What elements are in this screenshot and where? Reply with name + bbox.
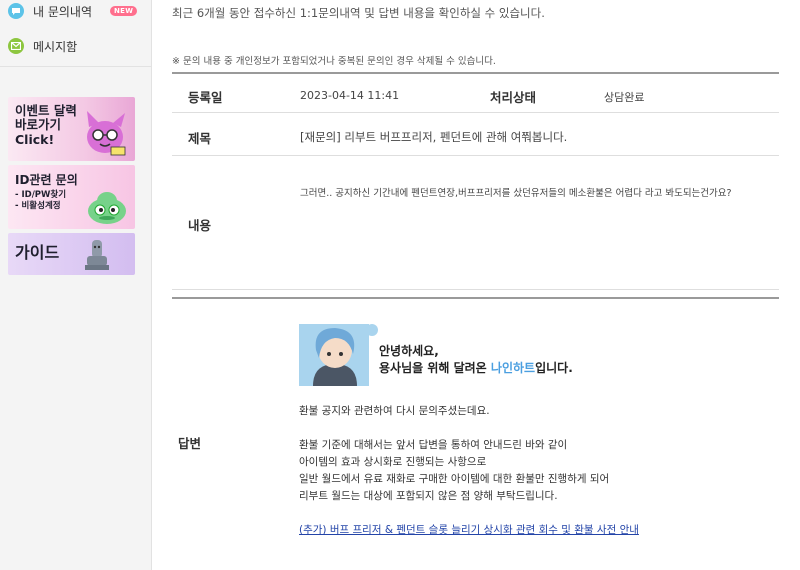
answer-line: 환불 공지와 관련하여 다시 문의주셨는데요.: [299, 405, 490, 417]
sidebar-item-inquiries[interactable]: 내 문의내역 NEW: [8, 0, 138, 22]
speech-bubble-icon: [8, 3, 24, 19]
answer-label: 답변: [178, 436, 202, 451]
banner-text: - 비활성계정: [15, 200, 61, 211]
banner-text: 바로가기: [15, 117, 62, 133]
banner-text: Click!: [15, 131, 55, 147]
ninehearts-avatar-icon: [299, 324, 378, 386]
sidebar: 내 문의내역 NEW 메시지함 이벤트 달력 바로가기 Click! ID관련 …: [0, 0, 152, 570]
ninehearts-greeting-image: 안녕하세요, 용사님을 위해 달려온 나인하트입니다.: [299, 324, 584, 386]
banner-text: - ID/PW찾기: [15, 189, 67, 200]
banner-text: 가이드: [15, 243, 60, 262]
date-label: 등록일: [188, 90, 223, 105]
event-calendar-banner[interactable]: 이벤트 달력 바로가기 Click!: [8, 97, 135, 161]
title-value: [재문의] 리부트 버프프리저, 펜던트에 관해 여쭤봅니다.: [300, 130, 568, 144]
answer-line: 리부트 월드는 대상에 포함되지 않은 점 양해 부탁드립니다.: [299, 490, 558, 502]
answer-notice-link[interactable]: (추가) 버프 프리저 & 펜던트 슬롯 늘리기 상시화 관련 회수 및 환불 …: [299, 522, 639, 537]
green-slime-icon: [88, 192, 126, 224]
intro-text: 최근 6개월 동안 접수하신 1:1문의내역 및 답변 내용을 확인하실 수 있…: [172, 6, 545, 20]
answer-line: 환불 기준에 대해서는 앞서 답변을 통하여 안내드린 바와 같이: [299, 439, 568, 451]
content-label: 내용: [188, 218, 212, 233]
date-value: 2023-04-14 11:41: [300, 89, 400, 102]
stone-statue-icon: [85, 240, 109, 270]
content-value: 그러면.. 공지하신 기간내에 펜던트연장,버프프리저를 샀던유저들의 메소환불…: [300, 188, 732, 199]
answer-line: 일반 월드에서 유료 재화로 구매한 아이템에 대한 환불만 진행하게 되어: [299, 473, 610, 485]
greeting-suffix: 입니다.: [535, 361, 573, 375]
row-divider: [172, 112, 779, 113]
status-label: 처리상태: [490, 90, 537, 105]
sidebar-item-label: 메시지함: [33, 39, 78, 54]
page-root: 내 문의내역 NEW 메시지함 이벤트 달력 바로가기 Click! ID관련 …: [0, 0, 800, 570]
id-inquiry-banner[interactable]: ID관련 문의 - ID/PW찾기 - 비활성계정: [8, 165, 135, 229]
banner-text: ID관련 문의: [15, 173, 78, 187]
envelope-icon: [8, 38, 24, 54]
answer-line: 아이템의 효과 상시화로 진행되는 사항으로: [299, 456, 487, 468]
greeting-line2: 용사님을 위해 달려온 나인하트입니다.: [379, 359, 573, 376]
greeting-prefix: 용사님을 위해 달려온: [379, 361, 491, 375]
sidebar-item-messages[interactable]: 메시지함: [8, 35, 77, 57]
answer-top-border: [172, 297, 779, 299]
pink-mascot-icon: [87, 111, 126, 156]
banner-text: 이벤트 달력: [15, 103, 77, 118]
notice-text: ※ 문의 내용 중 개인정보가 포함되었거나 중복된 문의인 경우 삭제될 수 …: [172, 56, 496, 67]
sidebar-divider: [0, 66, 152, 67]
table-top-border: [172, 72, 779, 74]
new-badge: NEW: [110, 6, 138, 16]
title-label: 제목: [188, 131, 212, 146]
guide-banner[interactable]: 가이드: [8, 233, 135, 275]
status-value: 상담완료: [604, 91, 645, 104]
row-divider: [172, 155, 779, 156]
greeting-text: 안녕하세요,: [379, 344, 439, 358]
sidebar-item-label: 내 문의내역: [33, 4, 93, 19]
greeting-name: 나인하트: [490, 361, 536, 375]
row-divider: [172, 289, 779, 290]
